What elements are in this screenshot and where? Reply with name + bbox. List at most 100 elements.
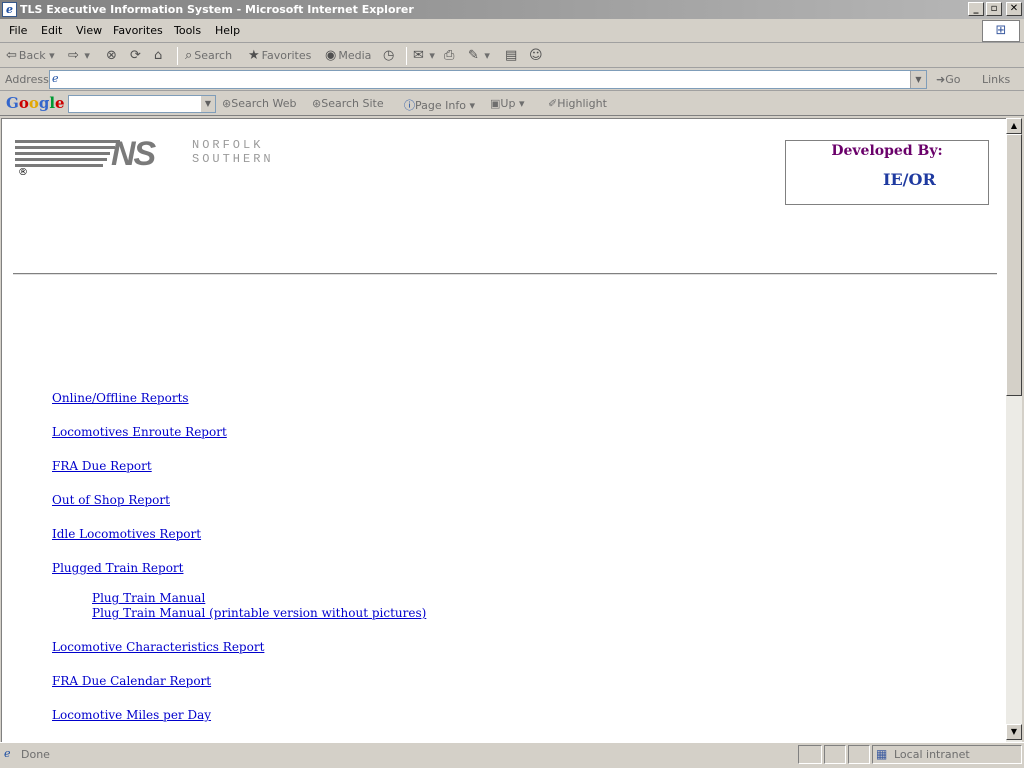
page-viewport: NS NORFOLK SOUTHERN ® Developed By: IE/O… bbox=[1, 118, 1006, 742]
page-icon: e bbox=[52, 72, 59, 85]
google-logo[interactable]: Google bbox=[6, 94, 65, 112]
logo-stripe bbox=[15, 140, 120, 143]
go-button[interactable]: ➜Go bbox=[936, 73, 960, 86]
back-arrow-icon: ⇦ bbox=[6, 48, 17, 63]
link-online-offline-reports[interactable]: Online/Offline Reports bbox=[52, 391, 189, 405]
media-label: Media bbox=[338, 49, 372, 62]
menu-edit[interactable]: Edit bbox=[41, 24, 62, 37]
messenger-button[interactable]: ☺ bbox=[529, 48, 545, 63]
stop-button[interactable]: ⊗ bbox=[106, 48, 119, 63]
link-out-of-shop-report[interactable]: Out of Shop Report bbox=[52, 493, 170, 507]
title-bar: e TLS Executive Information System - Mic… bbox=[0, 0, 1024, 19]
logo-mark: NS bbox=[111, 135, 156, 173]
ie-icon: e bbox=[2, 2, 17, 17]
mail-button[interactable]: ✉ ▾ bbox=[413, 48, 435, 63]
vertical-scrollbar[interactable]: ▲ ▼ bbox=[1006, 118, 1022, 742]
address-dropdown-icon[interactable]: ▼ bbox=[910, 71, 926, 88]
search-site-label: Search Site bbox=[321, 97, 384, 110]
history-button[interactable]: ◷ bbox=[383, 48, 396, 63]
status-cell bbox=[798, 745, 822, 764]
link-plug-train-manual[interactable]: Plug Train Manual bbox=[92, 591, 205, 605]
link-plug-train-manual-printable[interactable]: Plug Train Manual (printable version wit… bbox=[92, 606, 426, 620]
home-button[interactable]: ⌂ bbox=[154, 48, 164, 63]
maximize-button[interactable]: ▫ bbox=[986, 2, 1002, 16]
close-button[interactable]: ✕ bbox=[1006, 2, 1022, 16]
edit-button[interactable]: ✎ ▾ bbox=[468, 48, 490, 63]
page-info-button[interactable]: ⓘPage Info ▾ bbox=[404, 97, 475, 113]
go-label: Go bbox=[945, 73, 961, 86]
status-text: Done bbox=[21, 748, 50, 761]
search-site-button[interactable]: ⊛Search Site bbox=[312, 97, 384, 110]
links-button[interactable]: Links bbox=[982, 73, 1010, 86]
discuss-button[interactable]: ▤ bbox=[505, 48, 519, 63]
search-web-button[interactable]: ⊛Search Web bbox=[222, 97, 297, 110]
search-web-label: Search Web bbox=[231, 97, 297, 110]
scroll-thumb[interactable] bbox=[1006, 134, 1022, 396]
mail-icon: ✉ bbox=[413, 48, 424, 63]
link-plugged-train-report[interactable]: Plugged Train Report bbox=[52, 561, 183, 575]
google-search-dropdown-icon[interactable]: ▼ bbox=[201, 96, 215, 112]
page-info-label: Page Info bbox=[415, 99, 466, 112]
back-button[interactable]: ⇦ Back ▾ bbox=[6, 48, 55, 63]
media-button[interactable]: ◉ Media bbox=[325, 48, 371, 63]
refresh-button[interactable]: ⟳ bbox=[130, 48, 143, 63]
minimize-button[interactable]: _ bbox=[968, 2, 984, 16]
link-locomotive-characteristics-report[interactable]: Locomotive Characteristics Report bbox=[52, 640, 264, 654]
toolbar-separator bbox=[406, 47, 407, 65]
standard-toolbar: ⇦ Back ▾ ⇨ ▾ ⊗ ⟳ ⌂ ⌕ Search ★ Favorites ◉ Me… bbox=[0, 44, 1024, 68]
status-cell bbox=[824, 745, 846, 764]
logo-stripe bbox=[15, 146, 115, 149]
go-arrow-icon: ➜ bbox=[936, 73, 946, 86]
folder-up-icon: ▣ bbox=[490, 97, 501, 110]
scroll-down-icon[interactable]: ▼ bbox=[1006, 724, 1022, 740]
google-toolbar: Google ▼ ⊛Search Web ⊛Search Site ⓘPage … bbox=[0, 92, 1024, 116]
menu-bar: File Edit View Favorites Tools Help ⊞ bbox=[0, 19, 1024, 43]
favorites-button[interactable]: ★ Favorites bbox=[248, 48, 311, 63]
favorites-label: Favorites bbox=[261, 49, 312, 62]
link-locomotives-enroute-report[interactable]: Locomotives Enroute Report bbox=[52, 425, 227, 439]
address-label: Address bbox=[5, 73, 49, 86]
link-locomotive-miles-per-day[interactable]: Locomotive Miles per Day bbox=[52, 708, 211, 722]
home-icon: ⌂ bbox=[154, 48, 163, 63]
menu-help[interactable]: Help bbox=[215, 24, 240, 37]
highlight-label: Highlight bbox=[557, 97, 607, 110]
media-icon: ◉ bbox=[325, 48, 337, 63]
security-zone: Local intranet bbox=[894, 748, 970, 761]
link-idle-locomotives-report[interactable]: Idle Locomotives Report bbox=[52, 527, 201, 541]
scroll-up-icon[interactable]: ▲ bbox=[1006, 118, 1022, 134]
address-input[interactable]: e ▼ bbox=[49, 70, 927, 89]
up-button[interactable]: ▣Up ▾ bbox=[490, 97, 524, 110]
forward-button[interactable]: ⇨ ▾ bbox=[68, 48, 90, 63]
search-icon: ⌕ bbox=[185, 48, 193, 63]
menu-view[interactable]: View bbox=[76, 24, 102, 37]
info-icon: ⓘ bbox=[404, 99, 415, 112]
norfolk-southern-logo: NS NORFOLK SOUTHERN ® bbox=[15, 137, 305, 181]
messenger-icon: ☺ bbox=[529, 48, 543, 63]
developed-by-label: Developed By: bbox=[831, 143, 943, 159]
link-fra-due-report[interactable]: FRA Due Report bbox=[52, 459, 152, 473]
developer-name: IE/OR bbox=[883, 170, 936, 189]
menu-tools[interactable]: Tools bbox=[174, 24, 201, 37]
horizontal-rule bbox=[13, 273, 997, 275]
back-label: Back bbox=[18, 49, 46, 62]
up-label: Up bbox=[500, 97, 516, 110]
status-cell bbox=[848, 745, 870, 764]
search-site-icon: ⊛ bbox=[312, 97, 322, 110]
google-search-input[interactable]: ▼ bbox=[68, 95, 216, 113]
menu-favorites[interactable]: Favorites bbox=[113, 24, 163, 37]
highlighter-icon: ✐ bbox=[548, 97, 558, 110]
toolbar-separator bbox=[177, 47, 178, 65]
logo-text-line2: SOUTHERN bbox=[192, 152, 274, 166]
edit-icon: ✎ bbox=[468, 48, 479, 63]
stop-icon: ⊗ bbox=[106, 48, 117, 63]
address-bar: Address e ▼ ➜Go Links bbox=[0, 69, 1024, 91]
link-fra-due-calendar-report[interactable]: FRA Due Calendar Report bbox=[52, 674, 211, 688]
forward-arrow-icon: ⇨ bbox=[68, 48, 79, 63]
highlight-button[interactable]: ✐Highlight bbox=[548, 97, 607, 110]
discuss-icon: ▤ bbox=[505, 48, 518, 63]
menu-file[interactable]: File bbox=[9, 24, 27, 37]
search-button[interactable]: ⌕ Search bbox=[185, 48, 232, 63]
logo-stripe bbox=[15, 164, 103, 167]
intranet-icon: ▦ bbox=[876, 747, 888, 761]
print-button[interactable]: ⎙ bbox=[444, 48, 456, 63]
